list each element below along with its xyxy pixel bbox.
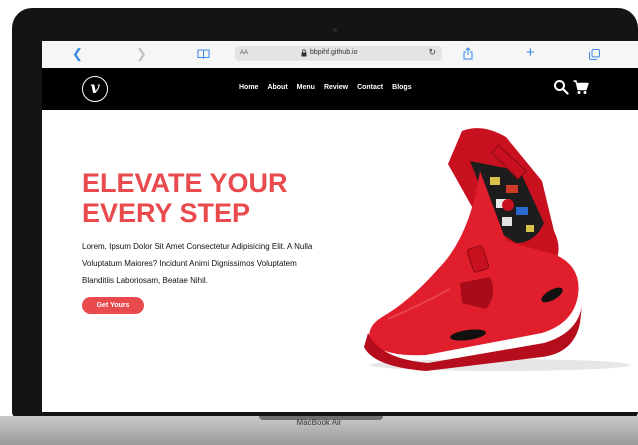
hero-title: ELEVATE YOUR EVERY STEP	[82, 168, 288, 228]
hero-title-line-1: ELEVATE YOUR	[82, 168, 288, 198]
back-icon[interactable]: ❮	[72, 45, 83, 62]
share-icon[interactable]	[463, 47, 473, 60]
laptop-model-label: MacBook Air	[296, 418, 342, 427]
reload-icon[interactable]: ↻	[428, 47, 436, 58]
hero-description-line-1: Lorem, Ipsum Dolor Sit Amet Consectetur …	[82, 242, 313, 251]
laptop-screen: ❮ ❯ AA bbpihf.github.io ↻ + v Home About…	[42, 41, 638, 412]
get-yours-button[interactable]: Get Yours	[82, 297, 144, 314]
address-bar[interactable]: AA bbpihf.github.io ↻	[235, 46, 442, 61]
nav-link-contact[interactable]: Contact	[357, 84, 383, 91]
tabs-icon[interactable]	[589, 49, 600, 60]
hero-title-line-2: EVERY STEP	[82, 198, 251, 228]
nav-link-home[interactable]: Home	[239, 84, 258, 91]
new-tab-icon[interactable]: +	[526, 44, 535, 61]
nav-link-blogs[interactable]: Blogs	[392, 84, 411, 91]
main-menu: Home About Menu Review Contact Blogs	[239, 84, 412, 91]
hero-description-line-2: Voluptatum Maiores? Incidunt Animi Digni…	[82, 259, 297, 268]
nav-link-review[interactable]: Review	[324, 84, 348, 91]
sneaker-image	[364, 128, 630, 371]
nav-link-menu[interactable]: Menu	[297, 84, 315, 91]
hero-description-line-3: Blanditiis Laboriosam, Beatae Nihil.	[82, 276, 208, 285]
nav-link-about[interactable]: About	[267, 84, 287, 91]
brand-logo[interactable]: v	[82, 76, 108, 102]
laptop-camera	[333, 28, 337, 32]
hero-description: Lorem, Ipsum Dolor Sit Amet Consectetur …	[82, 238, 362, 289]
url-text: bbpihf.github.io	[310, 49, 358, 56]
browser-toolbar: ❮ ❯ AA bbpihf.github.io ↻ +	[42, 41, 638, 69]
bookmarks-icon[interactable]	[197, 49, 210, 59]
forward-icon[interactable]: ❯	[136, 45, 147, 62]
cart-icon[interactable]	[573, 79, 589, 95]
search-icon[interactable]	[553, 79, 569, 95]
text-size-button[interactable]: AA	[240, 50, 248, 56]
site-navbar: v Home About Menu Review Contact Blogs	[42, 68, 638, 110]
lock-icon	[301, 49, 307, 57]
laptop-frame: ❮ ❯ AA bbpihf.github.io ↻ + v Home About…	[12, 8, 638, 418]
